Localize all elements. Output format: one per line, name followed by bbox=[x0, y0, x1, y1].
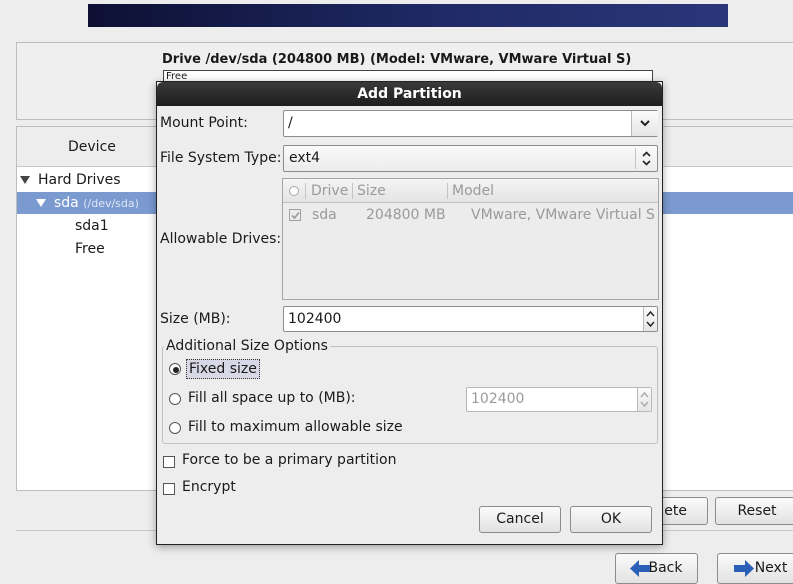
cancel-label: Cancel bbox=[496, 511, 544, 527]
fill-up-to-spinbox: 102400 bbox=[466, 387, 652, 412]
mount-point-dropdown[interactable] bbox=[631, 111, 658, 136]
select-separator bbox=[635, 148, 636, 169]
drive-sda-size: 204800 MB bbox=[366, 207, 446, 223]
fixed-size-label[interactable]: Fixed size bbox=[186, 359, 260, 379]
size-spinbox[interactable]: 102400 bbox=[283, 306, 658, 332]
tree-label-sda: sda bbox=[54, 195, 79, 211]
top-banner bbox=[88, 4, 728, 27]
next-label: Next bbox=[754, 560, 788, 576]
mount-point-value: / bbox=[288, 115, 293, 131]
reset-button[interactable]: Reset bbox=[715, 497, 793, 525]
col-model: Model bbox=[452, 183, 495, 199]
next-arrow-icon bbox=[734, 560, 754, 577]
size-options-title: Additional Size Options bbox=[164, 338, 330, 354]
size-label: Size (MB): bbox=[160, 311, 231, 327]
fill-max-label[interactable]: Fill to maximum allowable size bbox=[188, 419, 403, 435]
back-button[interactable]: Back bbox=[615, 553, 698, 584]
fill-up-to-spin-buttons bbox=[637, 388, 651, 411]
fixed-size-radio[interactable] bbox=[169, 363, 181, 375]
column-divider bbox=[447, 183, 448, 199]
tree-label-hard-drives: Hard Drives bbox=[38, 172, 121, 188]
fs-type-value: ext4 bbox=[289, 150, 321, 166]
fs-type-label: File System Type: bbox=[160, 150, 282, 166]
size-spin-buttons[interactable] bbox=[643, 307, 657, 331]
checkmark-icon bbox=[291, 211, 300, 220]
force-primary-label[interactable]: Force to be a primary partition bbox=[182, 452, 396, 468]
ok-button[interactable]: OK bbox=[570, 506, 652, 533]
column-divider bbox=[352, 183, 353, 199]
expander-icon[interactable] bbox=[36, 199, 46, 207]
fill-max-radio[interactable] bbox=[169, 422, 181, 434]
encrypt-label[interactable]: Encrypt bbox=[182, 479, 236, 495]
fill-up-to-label[interactable]: Fill all space up to (MB): bbox=[188, 390, 356, 406]
drive-sda-model: VMware, VMware Virtual S bbox=[471, 207, 655, 223]
radio-selected-dot bbox=[173, 367, 179, 373]
drive-sda-checkbox bbox=[289, 209, 301, 221]
chevron-down-icon bbox=[640, 120, 650, 127]
tree-label-free: Free bbox=[75, 241, 105, 257]
spin-arrows-icon bbox=[646, 310, 655, 328]
mount-point-label: Mount Point: bbox=[160, 115, 248, 131]
ok-label: OK bbox=[600, 511, 622, 527]
cancel-button[interactable]: Cancel bbox=[479, 506, 561, 533]
drive-title: Drive /dev/sda (204800 MB) (Model: VMwar… bbox=[162, 52, 632, 67]
back-label: Back bbox=[648, 560, 683, 576]
tree-label-sda1: sda1 bbox=[75, 218, 109, 234]
updown-chevron-icon bbox=[642, 151, 651, 166]
fill-up-to-radio[interactable] bbox=[169, 393, 181, 405]
fill-up-to-value: 102400 bbox=[471, 391, 525, 407]
allowable-drives-label: Allowable Drives: bbox=[160, 231, 282, 247]
tree-header-device: Device bbox=[68, 139, 116, 155]
fs-type-select[interactable]: ext4 bbox=[283, 145, 658, 172]
column-divider bbox=[305, 183, 306, 199]
dialog-title: Add Partition bbox=[157, 82, 662, 106]
drive-sda-name: sda bbox=[312, 207, 337, 223]
delete-label: lete bbox=[660, 503, 687, 519]
col-size: Size bbox=[357, 183, 386, 199]
col-drive: Drive bbox=[311, 183, 349, 199]
spin-arrows-icon bbox=[640, 391, 649, 408]
expander-icon[interactable] bbox=[20, 176, 30, 184]
encrypt-checkbox[interactable] bbox=[163, 483, 175, 495]
mount-point-combo[interactable]: / bbox=[283, 110, 658, 137]
reset-label: Reset bbox=[737, 503, 777, 519]
next-button[interactable]: Next bbox=[717, 553, 793, 584]
force-primary-checkbox[interactable] bbox=[163, 456, 175, 468]
size-value: 102400 bbox=[288, 311, 342, 327]
tree-label-sda-path: (/dev/sda) bbox=[83, 197, 139, 210]
back-arrow-icon bbox=[630, 560, 650, 577]
drives-header-select-icon bbox=[289, 186, 299, 196]
